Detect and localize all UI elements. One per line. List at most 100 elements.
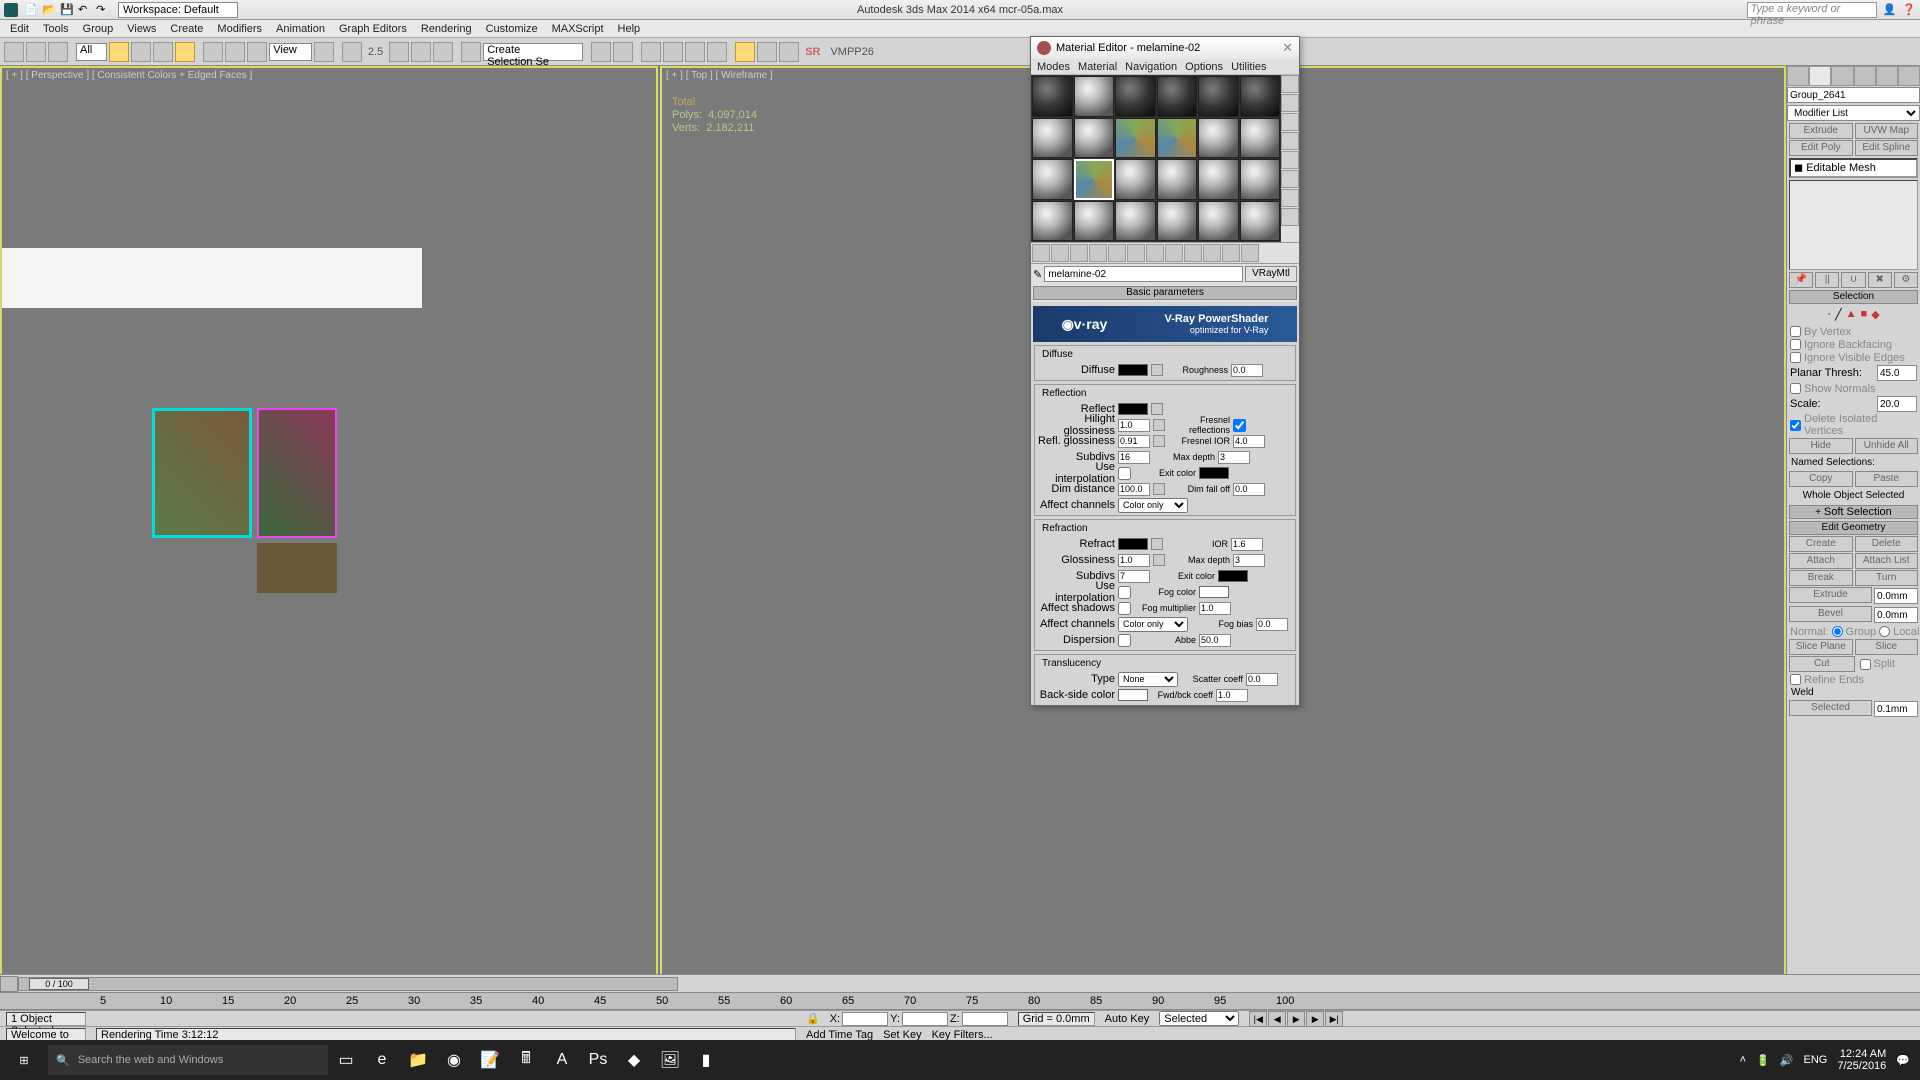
sample-uv-icon[interactable] (1281, 132, 1299, 150)
menu-utilities[interactable]: Utilities (1231, 61, 1266, 73)
extrude-button[interactable]: Extrude (1789, 123, 1853, 139)
make-unique-icon[interactable] (1127, 244, 1145, 262)
ignorevis-checkbox[interactable] (1790, 352, 1801, 363)
turn-button[interactable]: Turn (1855, 570, 1919, 586)
pivot-icon[interactable] (314, 42, 334, 62)
editnamed-icon[interactable] (461, 42, 481, 62)
calc-icon[interactable]: 🖩 (508, 1040, 544, 1080)
material-slot[interactable] (1115, 118, 1156, 159)
angle-snap-icon[interactable] (389, 42, 409, 62)
element-so-icon[interactable]: ◆ (1871, 308, 1879, 321)
hilight-gloss-input[interactable] (1118, 419, 1150, 432)
spinner-snap-icon[interactable] (433, 42, 453, 62)
tray-sound-icon[interactable]: 🔊 (1780, 1054, 1794, 1067)
material-slot[interactable] (1198, 118, 1239, 159)
editpoly-button[interactable]: Edit Poly (1789, 140, 1853, 156)
affectchan-dropdown[interactable]: Color only (1118, 498, 1188, 513)
material-slot[interactable] (1074, 118, 1115, 159)
help-icon[interactable]: ❓ (1902, 3, 1916, 16)
menu-customize[interactable]: Customize (486, 23, 538, 35)
copy-button[interactable]: Copy (1789, 471, 1853, 487)
schematic-icon[interactable] (685, 42, 705, 62)
material-slot[interactable] (1198, 159, 1239, 200)
material-slot-selected[interactable] (1074, 159, 1115, 200)
maxdepth-input[interactable] (1218, 451, 1250, 464)
timeconfig-icon[interactable] (0, 976, 18, 992)
object-name-input[interactable] (1787, 87, 1920, 103)
snap-icon[interactable] (342, 42, 362, 62)
menu-modes[interactable]: Modes (1037, 61, 1070, 73)
shownormals-checkbox[interactable] (1790, 383, 1801, 394)
tray-battery-icon[interactable]: 🔋 (1756, 1054, 1770, 1067)
extrude-amount-input[interactable] (1874, 588, 1918, 604)
sticky-icon[interactable]: 📝 (472, 1040, 508, 1080)
lightmult-input[interactable] (1218, 705, 1250, 706)
weldsel-button[interactable]: Selected (1789, 700, 1872, 716)
rect-select-icon[interactable] (153, 42, 173, 62)
chrome-icon[interactable]: ◉ (436, 1040, 472, 1080)
ior-input[interactable] (1231, 538, 1263, 551)
attach-button[interactable]: Attach (1789, 553, 1853, 569)
abbe-input[interactable] (1199, 634, 1231, 647)
fresnel-ior-input[interactable] (1233, 435, 1265, 448)
menu-animation[interactable]: Animation (276, 23, 325, 35)
tray-lang[interactable]: ENG (1804, 1054, 1828, 1066)
menu-create[interactable]: Create (170, 23, 203, 35)
fwdbck-input[interactable] (1216, 689, 1248, 702)
max-taskbar-icon[interactable]: ▮ (688, 1040, 724, 1080)
roughness-input[interactable] (1231, 364, 1263, 377)
menu-tools[interactable]: Tools (43, 23, 69, 35)
remove-mod-icon[interactable]: ✖ (1868, 272, 1892, 288)
ignoreback-checkbox[interactable] (1790, 339, 1801, 350)
material-slot[interactable] (1032, 118, 1073, 159)
maxdepth2-input[interactable] (1233, 554, 1265, 567)
glossiness-input[interactable] (1118, 554, 1150, 567)
subdivs2-input[interactable] (1118, 570, 1150, 583)
z-coord-input[interactable] (962, 1012, 1008, 1026)
menu-views[interactable]: Views (127, 23, 156, 35)
next-frame-icon[interactable]: ▶ (1306, 1011, 1324, 1027)
goto-start-icon[interactable]: |◀ (1249, 1011, 1267, 1027)
ps-icon[interactable]: Ps (580, 1040, 616, 1080)
render-frame-icon[interactable] (757, 42, 777, 62)
window-crossing-icon[interactable] (175, 42, 195, 62)
setkey-button[interactable]: Set Key (883, 1029, 922, 1041)
reset-map-icon[interactable] (1089, 244, 1107, 262)
material-slot[interactable] (1240, 76, 1281, 117)
weld-thresh-input[interactable] (1874, 701, 1918, 717)
menu-help[interactable]: Help (618, 23, 641, 35)
material-slot[interactable] (1157, 118, 1198, 159)
dimfalloff-input[interactable] (1233, 483, 1265, 496)
go-parent-icon[interactable] (1222, 244, 1240, 262)
uvwmap-button[interactable]: UVW Map (1855, 123, 1919, 139)
addtimetag-button[interactable]: Add Time Tag (806, 1029, 873, 1041)
viewport-label[interactable]: [ + ] [ Perspective ] [ Consistent Color… (6, 70, 252, 81)
sample-type-icon[interactable] (1281, 75, 1299, 93)
scatter-input[interactable] (1246, 673, 1278, 686)
split-checkbox[interactable] (1860, 659, 1871, 670)
paste-button[interactable]: Paste (1855, 471, 1919, 487)
face-so-icon[interactable]: ▲ (1846, 308, 1857, 321)
rollout-editgeom[interactable]: Edit Geometry (1789, 521, 1918, 535)
material-slot[interactable] (1115, 76, 1156, 117)
menu-maxscript[interactable]: MAXScript (552, 23, 604, 35)
autocad-icon[interactable]: A (544, 1040, 580, 1080)
dimdist-input[interactable] (1118, 483, 1150, 496)
rollout-softsel[interactable]: + Soft Selection (1789, 505, 1918, 519)
normal-local-radio[interactable] (1879, 626, 1890, 637)
go-sibling-icon[interactable] (1241, 244, 1259, 262)
autokey-button[interactable]: Auto Key (1105, 1013, 1150, 1025)
workspace-dropdown[interactable]: Workspace: Default (118, 2, 238, 18)
configure-icon[interactable]: ⚙ (1894, 272, 1918, 288)
new-icon[interactable]: 📄 (24, 3, 38, 17)
menu-material[interactable]: Material (1078, 61, 1117, 73)
utilities-tab-icon[interactable] (1898, 66, 1920, 86)
modifier-list-dropdown[interactable]: Modifier List (1787, 105, 1920, 121)
bind-icon[interactable] (48, 42, 68, 62)
unhideall-button[interactable]: Unhide All (1855, 438, 1919, 454)
options-icon[interactable] (1281, 189, 1299, 207)
selection-filter-dropdown[interactable]: All (76, 43, 107, 61)
menu-edit[interactable]: Edit (10, 23, 29, 35)
material-editor-icon[interactable] (707, 42, 727, 62)
material-slot[interactable] (1115, 201, 1156, 242)
